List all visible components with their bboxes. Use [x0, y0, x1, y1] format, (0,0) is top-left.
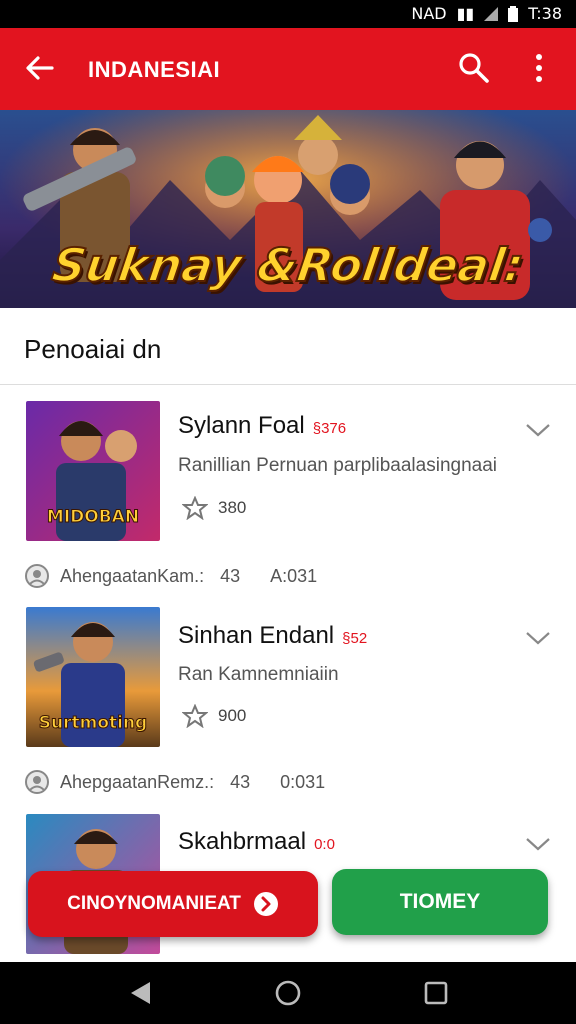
game-thumbnail[interactable]: MIDOBAN — [26, 401, 160, 541]
meta-count: 43 — [220, 565, 241, 586]
chevron-down-icon[interactable] — [524, 420, 552, 440]
back-arrow-icon[interactable] — [22, 50, 58, 86]
game-meta: AhengaatanKam.: 43 A:031 — [24, 563, 317, 589]
nav-back-icon[interactable] — [128, 980, 154, 1006]
primary-action-button[interactable]: CINOYNOMANIEAT — [28, 871, 318, 937]
primary-action-label: CINOYNOMANIEAT — [67, 893, 241, 914]
signal-icon — [484, 6, 499, 21]
arrow-right-circle-icon — [253, 892, 278, 916]
app-bar: INDANESIAI — [0, 28, 576, 110]
secondary-action-button[interactable]: TIOMEY — [332, 869, 548, 935]
secondary-action-label: TIOMEY — [399, 890, 481, 913]
game-name[interactable]: Skahbrmaal 0:0 — [178, 828, 335, 856]
battery-icon: ▮▮ — [456, 4, 475, 23]
star-outline-icon — [182, 704, 208, 728]
chevron-down-icon[interactable] — [524, 628, 552, 648]
clock: T:38 — [528, 4, 562, 23]
game-name-text: Skahbrmaal — [178, 828, 307, 855]
game-meta: AhepgaatanRemz.: 43 0:031 — [24, 769, 325, 795]
nav-home-icon[interactable] — [274, 979, 302, 1007]
user-avatar-icon — [25, 564, 49, 588]
game-name-text: Sinhan Endanl — [178, 622, 335, 649]
system-nav-bar — [0, 962, 576, 1024]
battery-level-icon — [508, 5, 519, 22]
meta-stat: A:031 — [270, 565, 318, 586]
thumbnail-title: MIDOBAN — [46, 507, 140, 528]
game-name[interactable]: Sylann Foal §376 — [178, 412, 346, 440]
rating-value: 380 — [218, 498, 247, 517]
page-title: INDANESIAI — [88, 57, 221, 82]
meta-stat: 0:031 — [280, 771, 326, 792]
network-indicator: NAD — [411, 4, 447, 23]
game-code: §376 — [312, 420, 347, 437]
more-options-icon[interactable] — [526, 50, 552, 86]
game-rating: 900 — [182, 704, 246, 728]
section-title: Penoaiai dn — [24, 334, 162, 364]
status-bar: NAD ▮▮ T:38 — [0, 0, 576, 28]
nav-recents-icon[interactable] — [424, 981, 448, 1005]
search-icon[interactable] — [456, 50, 492, 86]
hero-banner[interactable]: Suknay &Rolldeal: — [0, 110, 576, 308]
section-header: Penoaiai dn — [0, 308, 576, 385]
star-outline-icon — [182, 496, 208, 520]
game-thumbnail[interactable]: Surtmoting — [26, 607, 160, 747]
game-name-text: Sylann Foal — [178, 412, 305, 439]
meta-count: 43 — [230, 771, 251, 792]
game-description: Ranillian Pernuan parplibaalasingnaai — [178, 455, 498, 476]
game-description: Ran Kamnemniaiin — [178, 664, 339, 685]
game-code: §52 — [342, 630, 368, 647]
game-rating: 380 — [182, 496, 246, 520]
rating-value: 900 — [218, 706, 247, 725]
banner-title: Suknay &Rolldeal: — [48, 237, 528, 293]
status-icons: NAD ▮▮ T:38 — [411, 4, 562, 23]
thumbnail-title: Surtmoting — [38, 713, 148, 734]
game-code: 0:0 — [314, 836, 335, 853]
user-avatar-icon — [25, 770, 49, 794]
chevron-down-icon[interactable] — [524, 834, 552, 854]
meta-name: AhengaatanKam.: — [60, 565, 205, 586]
game-name[interactable]: Sinhan Endanl §52 — [178, 622, 367, 650]
meta-name: AhepgaatanRemz.: — [60, 771, 215, 792]
